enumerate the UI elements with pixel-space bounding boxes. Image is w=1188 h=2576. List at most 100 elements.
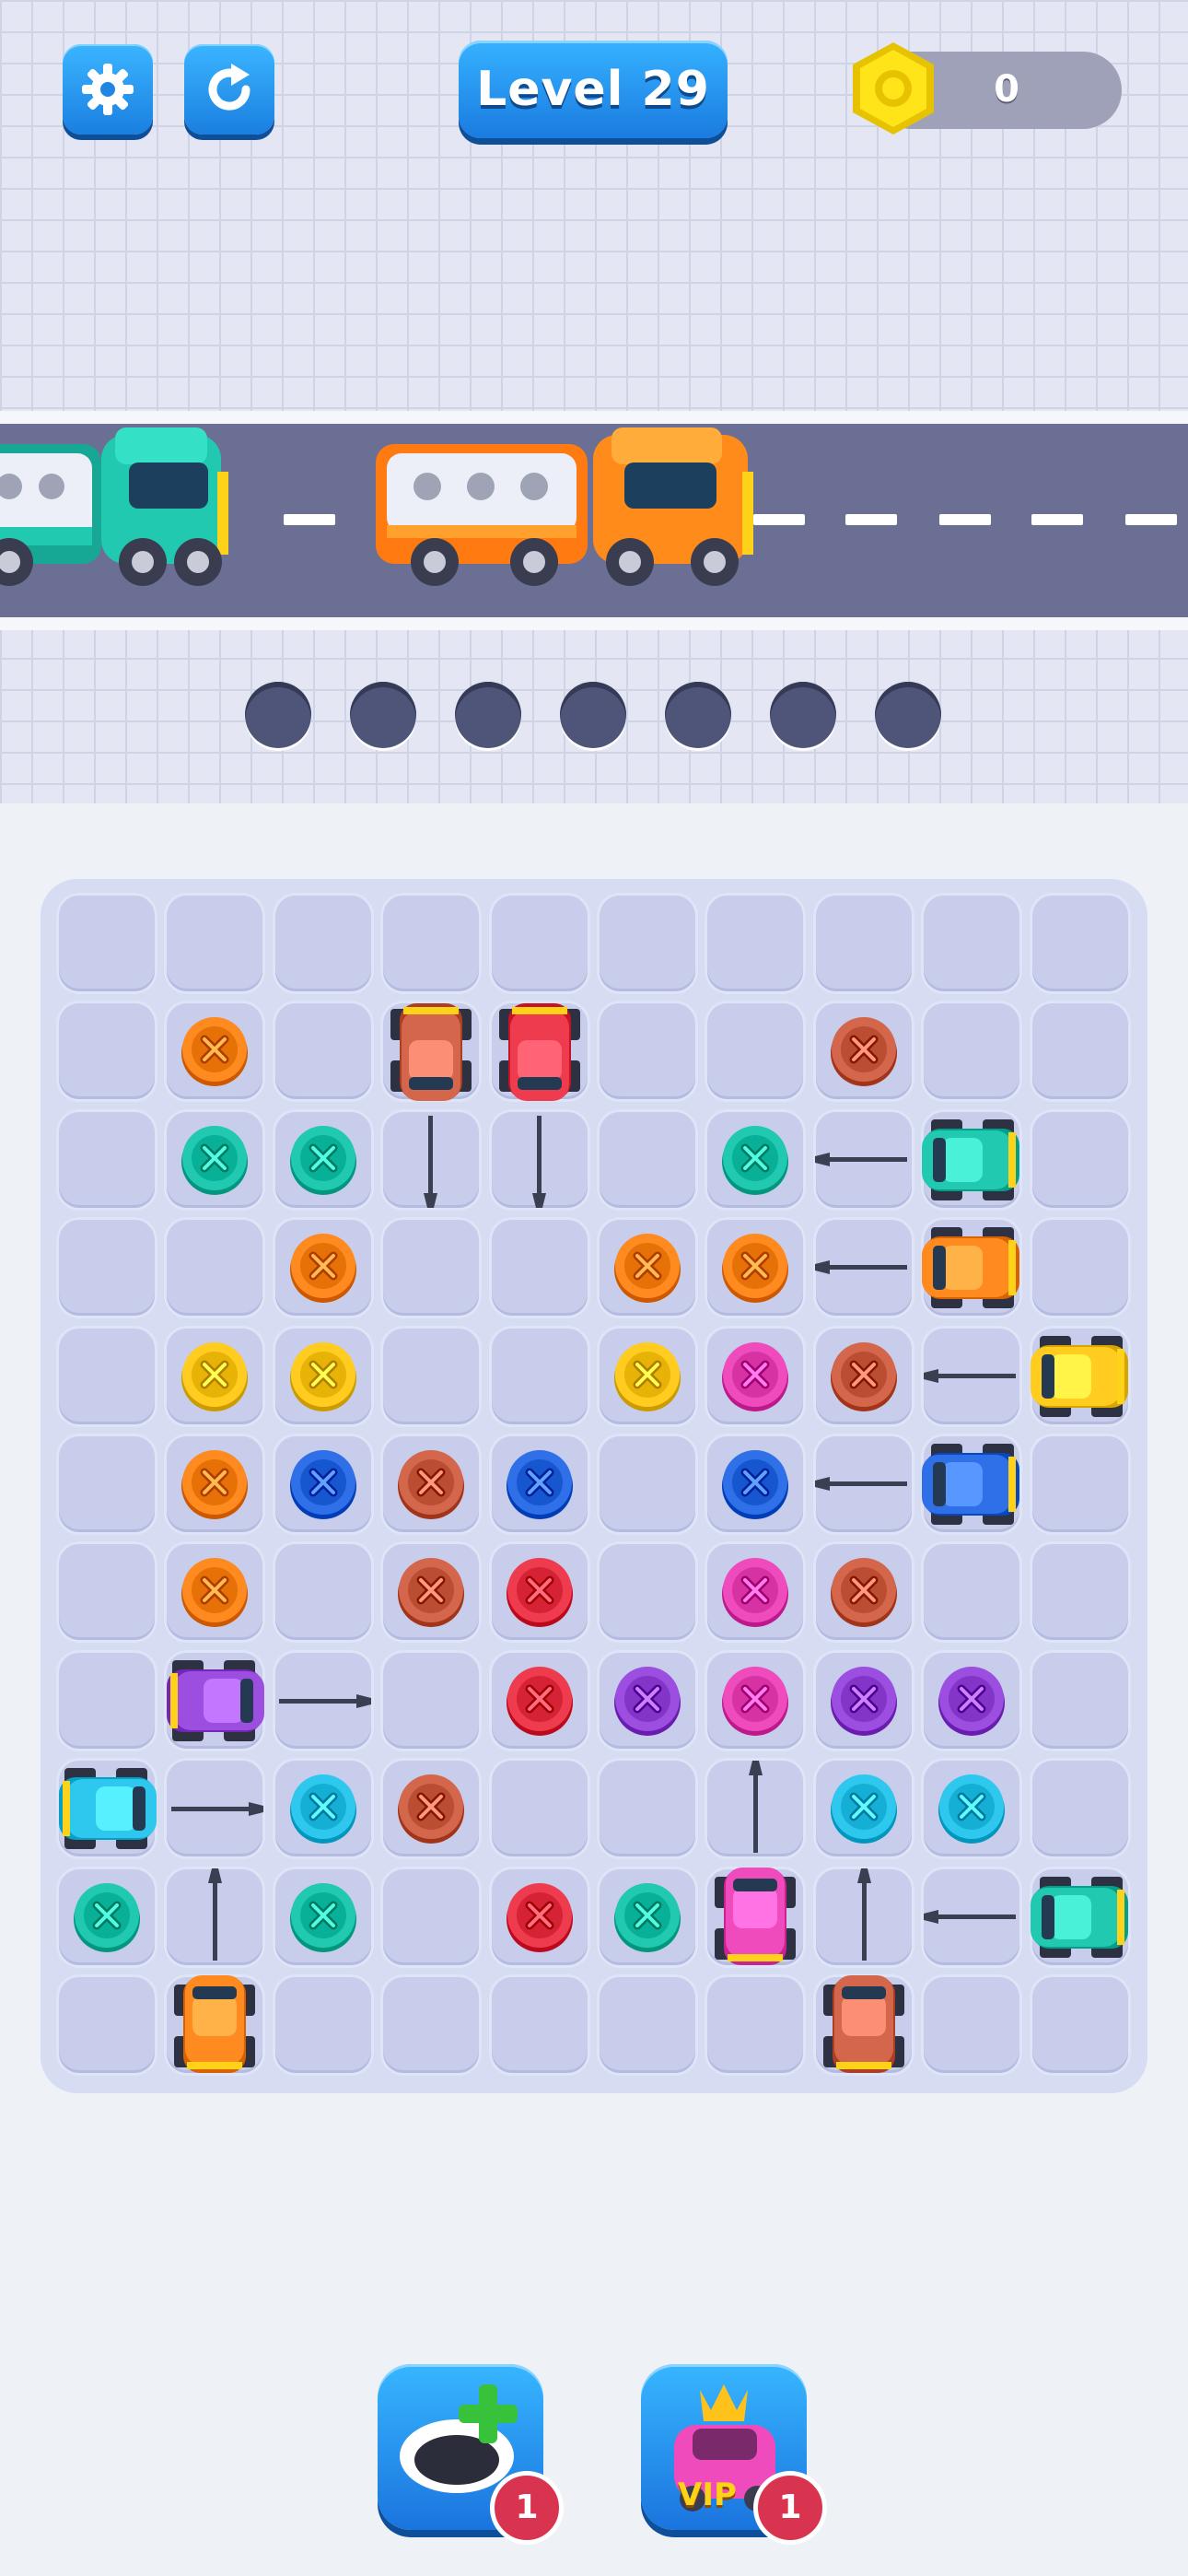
cyan-screw[interactable]	[937, 1774, 1007, 1844]
grid-cell	[600, 1003, 695, 1100]
purple-screw[interactable]	[937, 1666, 1007, 1736]
pink-screw[interactable]	[720, 1557, 790, 1628]
lane-dash	[284, 514, 335, 525]
waiting-slot	[875, 682, 941, 748]
orange-car[interactable]	[157, 1868, 272, 2082]
teal-screw[interactable]	[72, 1882, 142, 1952]
cyan-screw[interactable]	[829, 1774, 899, 1844]
teal-car[interactable]	[923, 1860, 1137, 1974]
yellow-screw[interactable]	[180, 1341, 250, 1411]
grid-cell	[59, 1328, 155, 1424]
grid-cell	[59, 1544, 155, 1641]
orange-screw[interactable]	[180, 1557, 250, 1628]
grid-cell	[383, 1977, 480, 2073]
teal-screw[interactable]	[720, 1125, 790, 1195]
vip-label: VIP	[678, 2476, 737, 2513]
grid-cell	[59, 896, 155, 991]
cyan-screw[interactable]	[288, 1774, 358, 1844]
teal-car[interactable]	[815, 1103, 1029, 1217]
blue-car[interactable]	[815, 1427, 1029, 1541]
orange-screw[interactable]	[288, 1233, 358, 1304]
grid-cell	[59, 1977, 155, 2073]
grid-cell	[600, 1111, 695, 1208]
purple-car[interactable]	[157, 1644, 372, 1758]
grid-cell	[491, 1761, 588, 1857]
grid-cell	[1031, 1761, 1128, 1857]
grid-cell	[600, 896, 695, 991]
grid-cell	[1031, 1544, 1128, 1641]
teal-screw[interactable]	[288, 1125, 358, 1195]
lane-dash	[845, 514, 897, 525]
orange-screw[interactable]	[720, 1233, 790, 1304]
grid-cell	[707, 1977, 804, 2073]
restart-button[interactable]	[184, 44, 274, 135]
grid-cell	[924, 1003, 1020, 1100]
brown-screw[interactable]	[829, 1016, 899, 1087]
coin-count: 0	[994, 68, 1019, 111]
grid-cell	[924, 1977, 1020, 2073]
hex-nut-coin-icon	[853, 42, 934, 135]
waiting-slot	[245, 682, 311, 748]
brown-screw[interactable]	[829, 1341, 899, 1411]
teal-screw[interactable]	[612, 1882, 682, 1952]
red-screw[interactable]	[505, 1557, 575, 1628]
grid-cell	[274, 1544, 371, 1641]
grid-cell	[1031, 1220, 1128, 1317]
level-label: Level 29	[476, 62, 710, 117]
red-screw[interactable]	[505, 1666, 575, 1736]
grid-cell	[274, 1003, 371, 1100]
blue-screw[interactable]	[288, 1449, 358, 1519]
red-screw[interactable]	[505, 1882, 575, 1952]
cyan-car[interactable]	[50, 1751, 263, 1866]
orange-car[interactable]	[815, 1211, 1029, 1325]
blue-screw[interactable]	[505, 1449, 575, 1519]
grid-cell	[383, 1220, 480, 1317]
brown-screw[interactable]	[829, 1557, 899, 1628]
waiting-slot	[665, 682, 731, 748]
orange-bus	[376, 427, 753, 586]
grid-cell	[815, 896, 912, 991]
grid-cell	[274, 1977, 371, 2073]
grid-cell	[1031, 1652, 1128, 1749]
grid-cell	[383, 1328, 480, 1424]
grid-cell	[924, 896, 1020, 991]
teal-screw[interactable]	[288, 1882, 358, 1952]
grid-cell	[167, 896, 263, 991]
yellow-screw[interactable]	[612, 1341, 682, 1411]
grid-cell	[491, 896, 588, 991]
grid-cell	[600, 1436, 695, 1532]
waiting-slot	[350, 682, 416, 748]
level-indicator: Level 29	[459, 41, 728, 138]
grid-cell	[59, 1003, 155, 1100]
grid-cell	[383, 896, 480, 991]
pink-screw[interactable]	[720, 1666, 790, 1736]
brown-car[interactable]	[807, 1868, 921, 2082]
grid-cell	[167, 1220, 263, 1317]
road-curb-top	[0, 411, 1188, 424]
teal-screw[interactable]	[180, 1125, 250, 1195]
grid-cell	[600, 1544, 695, 1641]
purple-screw[interactable]	[829, 1666, 899, 1736]
orange-screw[interactable]	[180, 1016, 250, 1087]
brown-screw[interactable]	[396, 1449, 466, 1519]
grid-cell	[1031, 1111, 1128, 1208]
pink-screw[interactable]	[720, 1341, 790, 1411]
grid-cell	[600, 1761, 695, 1857]
grid-cell	[1031, 1436, 1128, 1532]
orange-screw[interactable]	[180, 1449, 250, 1519]
brown-screw[interactable]	[396, 1774, 466, 1844]
purple-screw[interactable]	[612, 1666, 682, 1736]
yellow-screw[interactable]	[288, 1341, 358, 1411]
settings-button[interactable]	[63, 44, 153, 135]
yellow-car[interactable]	[923, 1319, 1137, 1434]
teal-bus	[0, 427, 228, 586]
restart-icon	[208, 64, 250, 111]
orange-screw[interactable]	[612, 1233, 682, 1304]
blue-screw[interactable]	[720, 1449, 790, 1519]
pink-car[interactable]	[698, 1760, 812, 1974]
brown-car[interactable]	[374, 994, 488, 1209]
grid-cell	[491, 1328, 588, 1424]
red-car[interactable]	[483, 994, 597, 1209]
brown-screw[interactable]	[396, 1557, 466, 1628]
waiting-slot	[560, 682, 626, 748]
